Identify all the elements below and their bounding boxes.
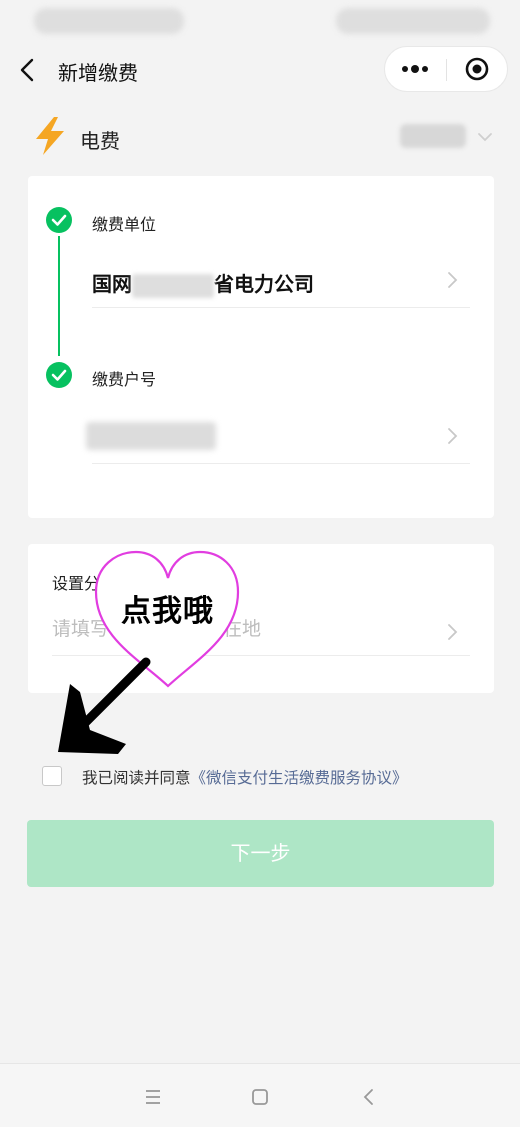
heart-annotation-text: 点我哦 <box>121 594 214 629</box>
checkmark-circle-icon <box>51 214 67 226</box>
navigation-bar: 新增缴费 <box>0 44 520 96</box>
group-input[interactable]: 请填写小区或房屋所在地 <box>52 606 470 656</box>
chevron-right-icon <box>448 272 458 288</box>
next-step-button[interactable]: 下一步 <box>27 820 494 887</box>
unit-value-prefix: 国网 <box>92 272 132 296</box>
step-connector-line <box>58 236 60 356</box>
home-button[interactable] <box>245 1082 275 1112</box>
miniprogram-capsule <box>384 46 508 92</box>
target-icon <box>465 57 489 81</box>
unit-step-label: 缴费单位 <box>92 215 157 234</box>
field-divider <box>92 307 470 308</box>
lightning-bolt-icon <box>36 117 64 155</box>
agreement-text: 我已阅读并同意《微信支付生活缴费服务协议》 <box>82 766 408 788</box>
account-step-label: 缴费户号 <box>92 370 157 389</box>
system-back-button[interactable] <box>354 1082 384 1112</box>
step-check-account <box>46 362 72 388</box>
chevron-right-icon <box>448 624 458 640</box>
arrow-head <box>58 684 126 754</box>
checkmark-circle-icon <box>51 369 67 381</box>
more-button[interactable] <box>385 47 446 91</box>
back-icon <box>20 58 34 82</box>
unit-value-suffix: 省电力公司 <box>214 272 314 296</box>
payment-unit-field[interactable]: 国网 省电力公司 <box>92 252 470 308</box>
field-divider <box>92 463 470 464</box>
menu-icon <box>146 1090 160 1104</box>
status-bar <box>0 0 520 44</box>
back-button[interactable] <box>14 56 42 84</box>
group-card: 设置分组 请填写小区或房屋所在地 <box>28 544 494 693</box>
agreement-checkbox[interactable] <box>42 766 62 786</box>
menu-button[interactable] <box>138 1082 168 1112</box>
bill-type-row: 电费 <box>0 110 520 164</box>
agreement-prefix: 我已阅读并同意 <box>82 769 191 787</box>
account-number-blurred <box>86 422 216 450</box>
redacted-province <box>132 273 214 298</box>
region-selector[interactable] <box>400 122 500 152</box>
region-value-blurred <box>400 124 466 148</box>
close-miniprogram-button[interactable] <box>447 47 508 91</box>
payment-unit-value: 国网 省电力公司 <box>92 268 314 298</box>
chevron-down-icon <box>478 133 492 142</box>
agreement-link[interactable]: 《微信支付生活缴费服务协议》 <box>191 769 408 787</box>
agreement-row: 我已阅读并同意《微信支付生活缴费服务协议》 <box>42 762 502 790</box>
field-divider <box>52 655 470 656</box>
home-square-icon <box>252 1089 268 1105</box>
bill-type-label: 电费 <box>80 129 120 153</box>
group-label: 设置分组 <box>52 574 117 593</box>
page-title: 新增缴费 <box>58 61 138 85</box>
back-triangle-icon <box>363 1089 373 1105</box>
status-left-blur <box>34 8 184 34</box>
more-dots-icon <box>402 65 428 73</box>
chevron-right-icon <box>448 428 458 444</box>
payment-info-card: 缴费单位 国网 省电力公司 缴费户号 <box>28 176 494 518</box>
system-navigation-bar <box>0 1063 520 1127</box>
status-right-blur <box>336 8 490 34</box>
step-check-unit <box>46 207 72 233</box>
account-number-field[interactable] <box>86 408 470 464</box>
